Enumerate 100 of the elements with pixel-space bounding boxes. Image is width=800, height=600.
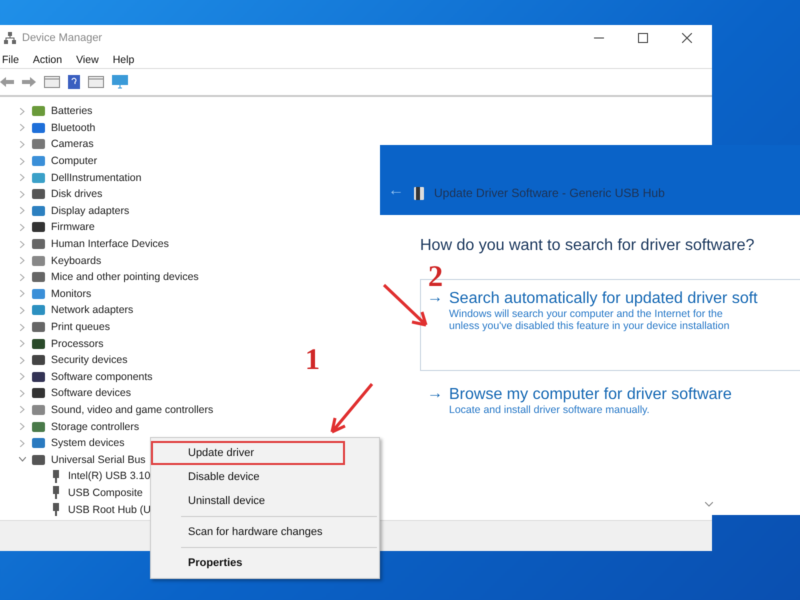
tree-item[interactable]: Firmware	[51, 221, 95, 234]
tree-item[interactable]: Cameras	[51, 138, 94, 150]
close-icon[interactable]	[682, 33, 692, 43]
expand-chevron-icon[interactable]	[18, 224, 26, 231]
device-icon	[32, 304, 45, 316]
tree-item[interactable]: Software devices	[51, 387, 131, 400]
computer-tree-icon	[4, 32, 16, 44]
expand-chevron-icon[interactable]	[18, 373, 26, 380]
menu-item[interactable]: Help	[112, 54, 134, 66]
device-icon	[32, 288, 45, 300]
device-icon	[32, 420, 45, 433]
tree-item[interactable]: Keyboards	[51, 254, 102, 267]
expand-chevron-icon[interactable]	[18, 423, 26, 430]
tree-item[interactable]: Sound, video and game controllers	[51, 404, 214, 416]
expand-chevron-icon[interactable]	[18, 290, 26, 298]
collapse-chevron-icon[interactable]	[18, 457, 26, 462]
option-description: Locate and install driver software manually.	[449, 404, 651, 416]
expand-chevron-icon[interactable]	[18, 174, 26, 182]
tree-item[interactable]: Bluetooth	[51, 122, 96, 134]
tree-item[interactable]: Security devices	[51, 354, 128, 366]
expand-chevron-icon[interactable]	[18, 324, 26, 331]
tree-item[interactable]: Monitors	[51, 288, 92, 300]
tree-item[interactable]: Display adapters	[51, 204, 130, 217]
context-menu-item[interactable]: Scan for hardware changes	[151, 520, 375, 544]
tree-item[interactable]: Mice and other pointing devices	[51, 271, 199, 284]
tree-item[interactable]: Human Interface Devices	[51, 238, 169, 250]
expand-chevron-icon[interactable]	[18, 390, 26, 397]
device-icon	[32, 138, 45, 150]
device-icon	[32, 454, 45, 466]
monitor-icon[interactable]	[112, 75, 128, 89]
expand-chevron-icon[interactable]	[18, 406, 26, 414]
dialog-title: Update Driver Software - Generic USB Hub	[434, 186, 665, 200]
device-icon	[32, 321, 45, 334]
window-title: Device Manager	[22, 32, 104, 44]
maximize-icon[interactable]	[638, 33, 648, 43]
tree-item[interactable]: DellInstrumentation	[51, 172, 142, 184]
device-icon	[32, 370, 45, 383]
tree-item[interactable]: Processors	[51, 338, 104, 350]
device-icon	[32, 204, 45, 217]
device-icon	[32, 338, 45, 350]
tree-item[interactable]: Disk drives	[51, 188, 102, 200]
panel-icon[interactable]	[88, 76, 104, 88]
expand-chevron-icon[interactable]	[18, 190, 26, 198]
tree-item[interactable]: Universal Serial Bus	[51, 454, 146, 466]
device-icon	[32, 122, 45, 134]
tree-item[interactable]: Storage controllers	[51, 420, 140, 433]
device-icon	[32, 188, 45, 200]
expand-chevron-icon[interactable]	[18, 240, 26, 248]
usb-plug-icon	[52, 486, 60, 500]
device-icon	[32, 238, 45, 250]
menu-item[interactable]: File	[2, 54, 19, 66]
expand-chevron-icon[interactable]	[18, 140, 26, 148]
device-icon	[32, 155, 45, 168]
menu-item[interactable]: Action	[32, 54, 62, 66]
option-description: Windows will search your computer and the Internet for the	[449, 308, 724, 320]
arrow-icon: →	[427, 290, 443, 332]
usb-plug-icon	[52, 503, 60, 516]
device-icon	[32, 254, 45, 267]
expand-chevron-icon[interactable]	[18, 207, 26, 214]
expand-chevron-icon[interactable]	[18, 356, 26, 364]
device-icon	[32, 437, 45, 450]
tree-item[interactable]: USB Root Hub (U	[68, 504, 151, 516]
tree-item[interactable]: Batteries	[51, 105, 92, 118]
dialog-heading: How do you want to search for driver software?	[420, 237, 756, 255]
context-menu-item[interactable]: Uninstall device	[151, 489, 375, 513]
option-link[interactable]: → Browse my computer for driver software Locate and install driver software manually.	[420, 371, 800, 455]
context-menu-item[interactable]: Properties	[151, 551, 375, 575]
option-title: Search automatically for updated driver soft	[449, 290, 758, 308]
tree-item[interactable]: Print queues	[51, 321, 110, 334]
expand-chevron-icon[interactable]	[18, 108, 26, 115]
help-icon[interactable]	[68, 75, 80, 89]
expand-chevron-icon[interactable]	[18, 306, 26, 314]
tree-item[interactable]: Intel(R) USB 3.10	[68, 470, 150, 482]
device-icon	[32, 271, 45, 284]
usb-plug-icon	[52, 470, 60, 483]
expand-chevron-icon[interactable]	[18, 274, 26, 281]
device-icon	[32, 105, 45, 118]
expand-chevron-icon[interactable]	[18, 440, 26, 447]
panel-icon[interactable]	[44, 76, 60, 88]
menu-item[interactable]: View	[76, 54, 99, 66]
tree-item[interactable]: Software components	[51, 370, 153, 383]
context-menu-item[interactable]: Disable device	[151, 465, 375, 489]
tree-item[interactable]: Computer	[51, 155, 98, 168]
context-menu-item[interactable]: Update driver	[151, 441, 345, 465]
expand-chevron-icon[interactable]	[18, 124, 26, 132]
expand-chevron-icon[interactable]	[18, 257, 26, 264]
tree-item[interactable]: USB Composite	[68, 486, 143, 499]
device-icon	[32, 354, 45, 366]
option-title: Browse my computer for driver software	[449, 386, 732, 404]
device-icon	[32, 387, 45, 400]
back-arrow-icon[interactable]	[0, 77, 14, 87]
hardware-icon	[414, 187, 424, 200]
expand-chevron-icon[interactable]	[18, 158, 26, 165]
tree-item[interactable]: System devices	[51, 437, 125, 450]
forward-arrow-icon[interactable]	[22, 77, 36, 87]
tree-item[interactable]: Network adapters	[51, 304, 134, 316]
expand-chevron-icon[interactable]	[18, 340, 26, 348]
option-description: unless you've disabled this feature in your device installation	[449, 320, 730, 332]
scroll-down-icon[interactable]	[705, 502, 713, 507]
device-icon	[32, 404, 45, 416]
